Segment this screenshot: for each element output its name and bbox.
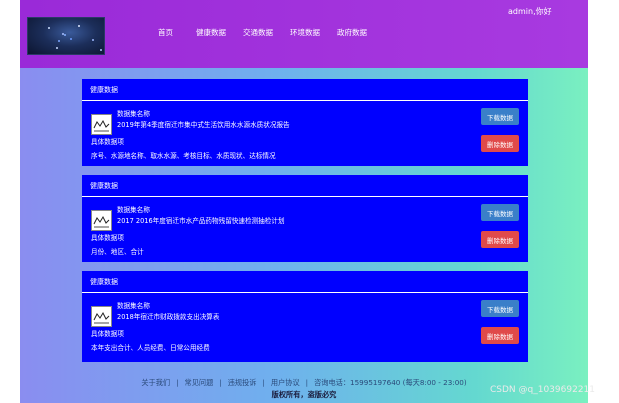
site-logo[interactable]: [27, 17, 105, 55]
dataset-name: 2019年第4季度宿迁市集中式生活饮用水水源水质状况报告: [117, 121, 290, 129]
card-category: 健康数据: [90, 278, 118, 286]
data-items: 序号、水源地名称、取水水源、考核目标、水质现状、达标情况: [91, 152, 276, 160]
chart-thumbnail-icon: [91, 210, 112, 231]
dataset-name: 2017 2016年度宿迁市水产品药物残留快速检测抽检计划: [117, 217, 285, 225]
data-items: 月份、地区、合计: [91, 248, 144, 256]
nav-government-data[interactable]: 政府数据: [337, 27, 367, 38]
dataset-card: 健康数据 数据集名称 2019年第4季度宿迁市集中式生活饮用水水源水质状况报告 …: [82, 79, 528, 166]
data-items-label: 具体数据项: [91, 138, 124, 146]
download-button[interactable]: 下载数据: [481, 300, 519, 317]
footer-link-faq[interactable]: 常见问题: [185, 378, 214, 387]
page-frame: 首页 健康数据 交通数据 环境数据 政府数据 admin,你好 健康数据 数据集…: [20, 0, 588, 403]
dataset-card: 健康数据 数据集名称 2017 2016年度宿迁市水产品药物残留快速检测抽检计划…: [82, 175, 528, 262]
data-items: 本年支出合计、人员经费、日常公用经费: [91, 344, 210, 352]
dataset-name: 2018年宿迁市财政拨款支出决算表: [117, 313, 220, 321]
footer-separator: |: [262, 378, 265, 387]
footer-link-agreement[interactable]: 用户协议: [271, 378, 300, 387]
delete-button[interactable]: 删除数据: [481, 135, 519, 152]
nav-home[interactable]: 首页: [158, 27, 173, 38]
download-button[interactable]: 下载数据: [481, 204, 519, 221]
footer-link-about[interactable]: 关于我们: [141, 378, 170, 387]
delete-button[interactable]: 删除数据: [481, 231, 519, 248]
card-category: 健康数据: [90, 86, 118, 94]
data-items-label: 具体数据项: [91, 330, 124, 338]
footer-link-report[interactable]: 违规投诉: [228, 378, 257, 387]
chart-thumbnail-icon: [91, 306, 112, 327]
data-items-label: 具体数据项: [91, 234, 124, 242]
footer-separator: |: [176, 378, 179, 387]
footer-separator: |: [305, 378, 309, 387]
dataset-name-label: 数据集名称: [117, 206, 150, 214]
delete-button[interactable]: 删除数据: [481, 327, 519, 344]
footer-separator: |: [219, 378, 222, 387]
card-category: 健康数据: [90, 182, 118, 190]
chart-thumbnail-icon: [91, 114, 112, 135]
nav-health-data[interactable]: 健康数据: [196, 27, 226, 38]
card-header: 健康数据: [82, 175, 528, 197]
footer-hours: (每天8:00 - 23:00): [402, 378, 467, 387]
top-header: 首页 健康数据 交通数据 环境数据 政府数据 admin,你好: [20, 0, 588, 68]
dataset-name-label: 数据集名称: [117, 110, 150, 118]
dataset-card: 健康数据 数据集名称 2018年宿迁市财政拨款支出决算表 具体数据项 本年支出合…: [82, 271, 528, 362]
nav-traffic-data[interactable]: 交通数据: [243, 27, 273, 38]
download-button[interactable]: 下载数据: [481, 108, 519, 125]
card-header: 健康数据: [82, 271, 528, 293]
footer-contact: 咨询电话：15995197640: [314, 378, 401, 387]
user-greeting[interactable]: admin,你好: [508, 6, 552, 17]
card-header: 健康数据: [82, 79, 528, 101]
dataset-name-label: 数据集名称: [117, 302, 150, 310]
nav-environment-data[interactable]: 环境数据: [290, 27, 320, 38]
csdn-watermark: CSDN @q_1039692211: [490, 385, 595, 395]
